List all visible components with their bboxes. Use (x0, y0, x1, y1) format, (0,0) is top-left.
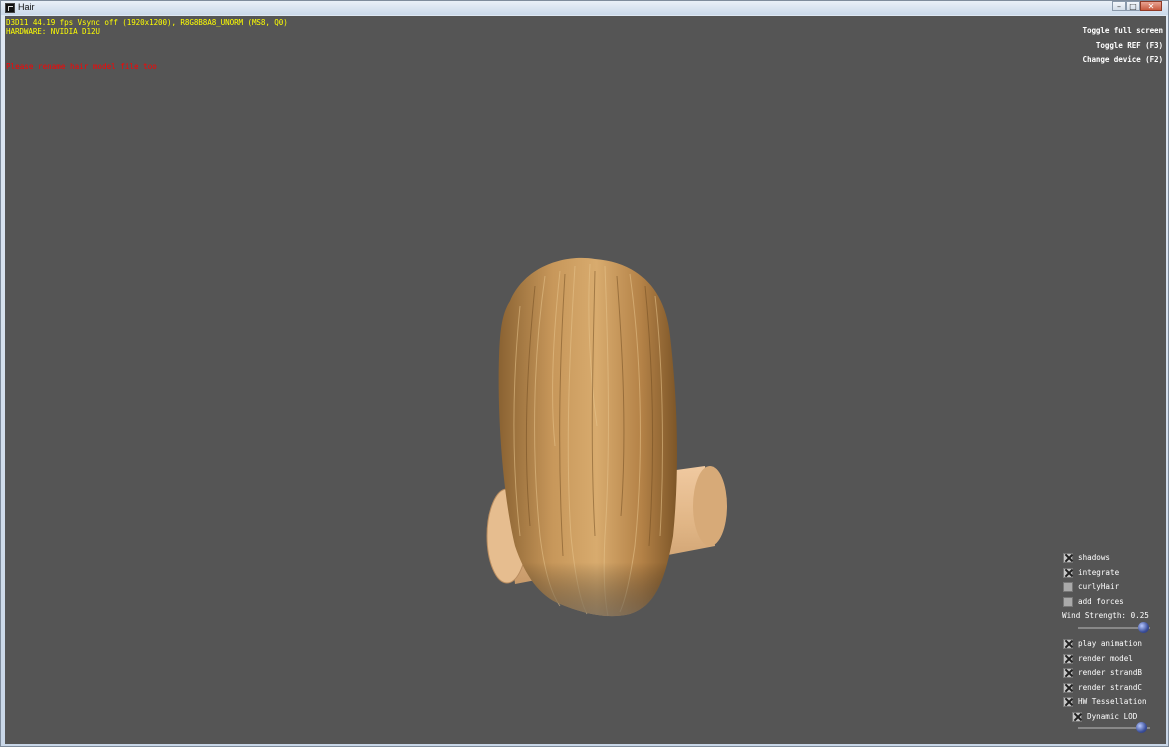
render-model-label: render model (1078, 653, 1133, 663)
hair-scene (486, 257, 727, 617)
render-strandb-checkbox-box[interactable] (1063, 668, 1073, 678)
curlyhair-checkbox-box[interactable] (1063, 582, 1073, 592)
top-right-buttons: Toggle full screen Toggle REF (F3) Chang… (1053, 24, 1164, 68)
hw-tessellation-label: HW Tessellation (1078, 697, 1147, 706)
title-bar[interactable]: Hair – □ ✕ (1, 1, 1168, 15)
minimize-button[interactable]: – (1112, 1, 1126, 11)
render-strandc-label: render strandC (1078, 682, 1143, 692)
shadows-checkbox-box[interactable] (1063, 553, 1073, 563)
maximize-button[interactable]: □ (1126, 1, 1140, 11)
add-forces-label: add forces (1078, 596, 1124, 606)
app-icon (5, 3, 15, 13)
close-button[interactable]: ✕ (1140, 1, 1162, 11)
wind-strength-label: Wind Strength: 0.25 (1062, 611, 1149, 620)
curlyhair-label: curlyHair (1078, 582, 1120, 591)
dynamic-lod-checkbox-box[interactable] (1072, 711, 1082, 722)
add-forces-checkbox-box[interactable] (1063, 596, 1073, 607)
toggle-ref-button[interactable]: Toggle REF (F3) (1053, 39, 1163, 54)
dynamic-lod-label: Dynamic LOD (1087, 711, 1138, 721)
lod-thumb[interactable] (1136, 722, 1147, 733)
lod-slider[interactable] (1078, 722, 1150, 734)
wind-strength-thumb[interactable] (1138, 622, 1149, 633)
render-viewport[interactable]: D3D11 44.19 fps Vsync off (1920x1200), R… (5, 16, 1166, 744)
stats-line-2: HARDWARE: NVIDIA D12U (6, 27, 100, 36)
app-window: Hair – □ ✕ D3D11 44.19 fps Vsync off (19… (0, 0, 1169, 747)
play-animation-checkbox-box[interactable] (1063, 639, 1073, 649)
stats-overlay: D3D11 44.19 fps Vsync off (1920x1200), R… (6, 18, 288, 36)
render-strandc-checkbox-box[interactable] (1063, 682, 1073, 693)
toggle-full-screen-button[interactable]: Toggle full screen (1053, 24, 1164, 39)
wind-strength-slider[interactable] (1078, 622, 1150, 634)
window-controls: – □ ✕ (1112, 1, 1162, 12)
change-device-button[interactable]: Change device (F2) (1053, 53, 1164, 68)
stats-line-1: D3D11 44.19 fps Vsync off (1920x1200), R… (6, 18, 288, 27)
integrate-label: integrate (1078, 567, 1120, 577)
integrate-checkbox-box[interactable] (1063, 567, 1073, 578)
hair-model (498, 257, 677, 617)
window-title: Hair (18, 2, 35, 12)
warning-message: Please rename hair model file too (6, 62, 157, 71)
play-animation-label: play animation (1078, 639, 1143, 648)
settings-panel: shadows integrate curlyHair add forces W… (1056, 551, 1166, 741)
render-model-checkbox-box[interactable] (1063, 653, 1073, 664)
shadows-label: shadows (1078, 553, 1111, 562)
render-strandb-label: render strandB (1078, 668, 1143, 677)
hw-tessellation-checkbox-box[interactable] (1063, 697, 1073, 707)
